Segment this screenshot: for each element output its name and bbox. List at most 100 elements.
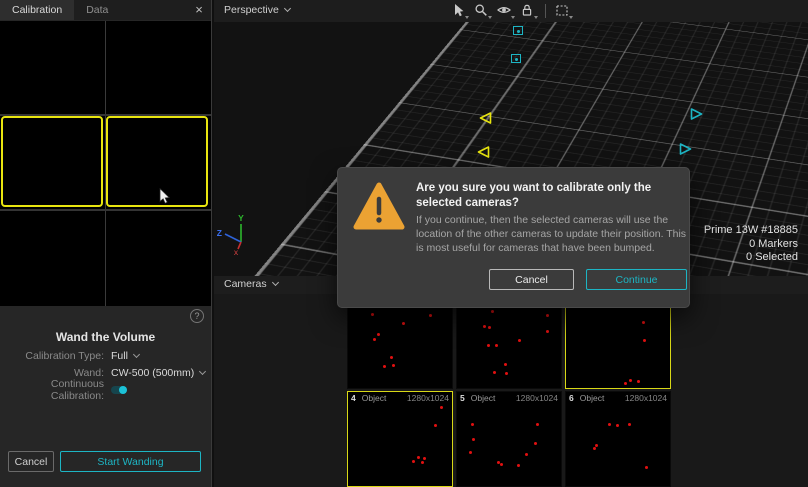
marker-dot [536, 423, 539, 426]
chevron-down-icon [272, 278, 279, 285]
selection-info-overlay: Prime 13W #18885 0 Markers 0 Selected [704, 224, 798, 265]
marquee-select-tool-icon[interactable] [555, 3, 571, 19]
visibility-tool-icon[interactable] [497, 3, 513, 19]
marker-dot [423, 457, 426, 460]
wand-dropdown[interactable]: CW-500 (500mm) [111, 367, 205, 379]
marker-dot [525, 453, 528, 456]
marker-dot [608, 423, 611, 426]
marker-dot [493, 371, 496, 374]
device-name: Prime 13W #18885 [704, 224, 798, 238]
lock-tool-icon[interactable] [520, 3, 536, 19]
tab-calibration[interactable]: Calibration [0, 0, 74, 20]
panel-tabbar: Calibration Data × [0, 0, 211, 20]
camera-preview-grid[interactable] [0, 21, 211, 306]
marker-dot [643, 339, 646, 342]
calibrate-confirmation-dialog: Are you sure you want to calibrate only … [337, 167, 690, 308]
marker-dot [518, 339, 521, 342]
zoom-tool-icon[interactable] [474, 3, 490, 19]
camera-tile[interactable] [347, 297, 453, 389]
marker-dot [471, 423, 474, 426]
camera-marker-yellow[interactable] [477, 145, 490, 163]
start-wanding-button[interactable]: Start Wanding [60, 451, 201, 472]
calibration-type-dropdown[interactable]: Full [111, 350, 139, 362]
chevron-down-icon [133, 350, 140, 357]
camera-marker-cyan[interactable] [690, 107, 703, 125]
marker-dot [421, 461, 424, 464]
chevron-down-icon [284, 4, 291, 11]
marker-dot [383, 365, 386, 368]
marker-dot [483, 325, 486, 328]
marker-dot [534, 442, 537, 445]
cancel-button[interactable]: Cancel [8, 451, 54, 472]
axis-y-label: Y [238, 213, 244, 223]
marker-dot [546, 330, 549, 333]
camera-tile[interactable] [456, 297, 562, 389]
selected-count: 0 Selected [704, 251, 798, 265]
marker-dot [487, 344, 490, 347]
marker-dot [504, 363, 507, 366]
cameras-view-selector[interactable]: Cameras [224, 278, 278, 290]
calibration-type-value: Full [111, 350, 128, 362]
camera-tile-header: 6Object1280x1024 [566, 392, 670, 404]
marker-dot [472, 438, 475, 441]
continuous-calibration-label: Continuous Calibration: [0, 378, 104, 402]
marker-dot [429, 314, 432, 317]
marker-dot [616, 424, 619, 427]
marker-dot [491, 310, 494, 313]
marker-dot [595, 444, 598, 447]
marker-dot [628, 423, 631, 426]
help-icon[interactable]: ? [190, 309, 204, 323]
axis-z-label: Z [217, 228, 222, 238]
camera-tile-header: 5Object1280x1024 [457, 392, 561, 404]
marker-dot [642, 321, 645, 324]
marker-dot [371, 313, 374, 316]
marker-dot [434, 424, 437, 427]
wand-section-title: Wand the Volume [0, 330, 211, 344]
toolbar-separator [545, 4, 546, 18]
selected-camera-preview[interactable] [1, 116, 103, 207]
cameras-viewport: 4Object1280x1024 5Object1280x1024 6Object1… [214, 294, 808, 487]
marker-dot [517, 464, 520, 467]
calibration-type-row: Calibration Type: Full [0, 349, 211, 363]
marker-dot [417, 456, 420, 459]
viewport-toolbar: Perspective [214, 0, 808, 22]
marker-dot [392, 364, 395, 367]
marker-dot [412, 460, 415, 463]
marker-dot [505, 372, 508, 375]
cameras-view-label: Cameras [224, 278, 267, 290]
warning-icon [353, 182, 405, 230]
dialog-cancel-button[interactable]: Cancel [489, 269, 574, 290]
marker-dot [402, 322, 405, 325]
marker-count: 0 Markers [704, 238, 798, 252]
camera-marker-dot [517, 30, 520, 33]
close-icon[interactable]: × [191, 2, 207, 18]
calibration-type-label: Calibration Type: [0, 350, 104, 362]
dialog-title: Are you sure you want to calibrate only … [416, 181, 688, 211]
calibration-panel: Calibration Data × ? Wand the Volume Cal… [0, 0, 211, 487]
marker-dot [629, 379, 632, 382]
camera-tile[interactable]: 6Object1280x1024 [565, 391, 671, 487]
view-selector[interactable]: Perspective [224, 4, 290, 16]
camera-marker-cyan[interactable] [679, 142, 692, 160]
tab-data[interactable]: Data [74, 0, 120, 20]
marker-dot [645, 466, 648, 469]
continuous-calibration-toggle[interactable] [111, 386, 127, 394]
camera-marker-cyan[interactable] [511, 54, 521, 63]
marker-dot [500, 463, 503, 466]
camera-tile[interactable]: 5Object1280x1024 [456, 391, 562, 487]
camera-marker-cyan[interactable] [513, 26, 523, 35]
toggle-knob [119, 386, 127, 394]
camera-marker-yellow[interactable] [479, 111, 492, 129]
camera-tile[interactable]: 4Object1280x1024 [347, 391, 453, 487]
view-selector-label: Perspective [224, 4, 279, 16]
camera-tile[interactable] [565, 297, 671, 389]
marker-dot [440, 406, 443, 409]
chevron-down-icon [199, 367, 206, 374]
marker-dot [495, 344, 498, 347]
selected-camera-preview[interactable] [106, 116, 208, 207]
marker-dot [469, 451, 472, 454]
select-tool-icon[interactable] [451, 3, 467, 19]
marker-dot [546, 314, 549, 317]
dialog-continue-button[interactable]: Continue [586, 269, 687, 290]
wand-value: CW-500 (500mm) [111, 367, 194, 379]
